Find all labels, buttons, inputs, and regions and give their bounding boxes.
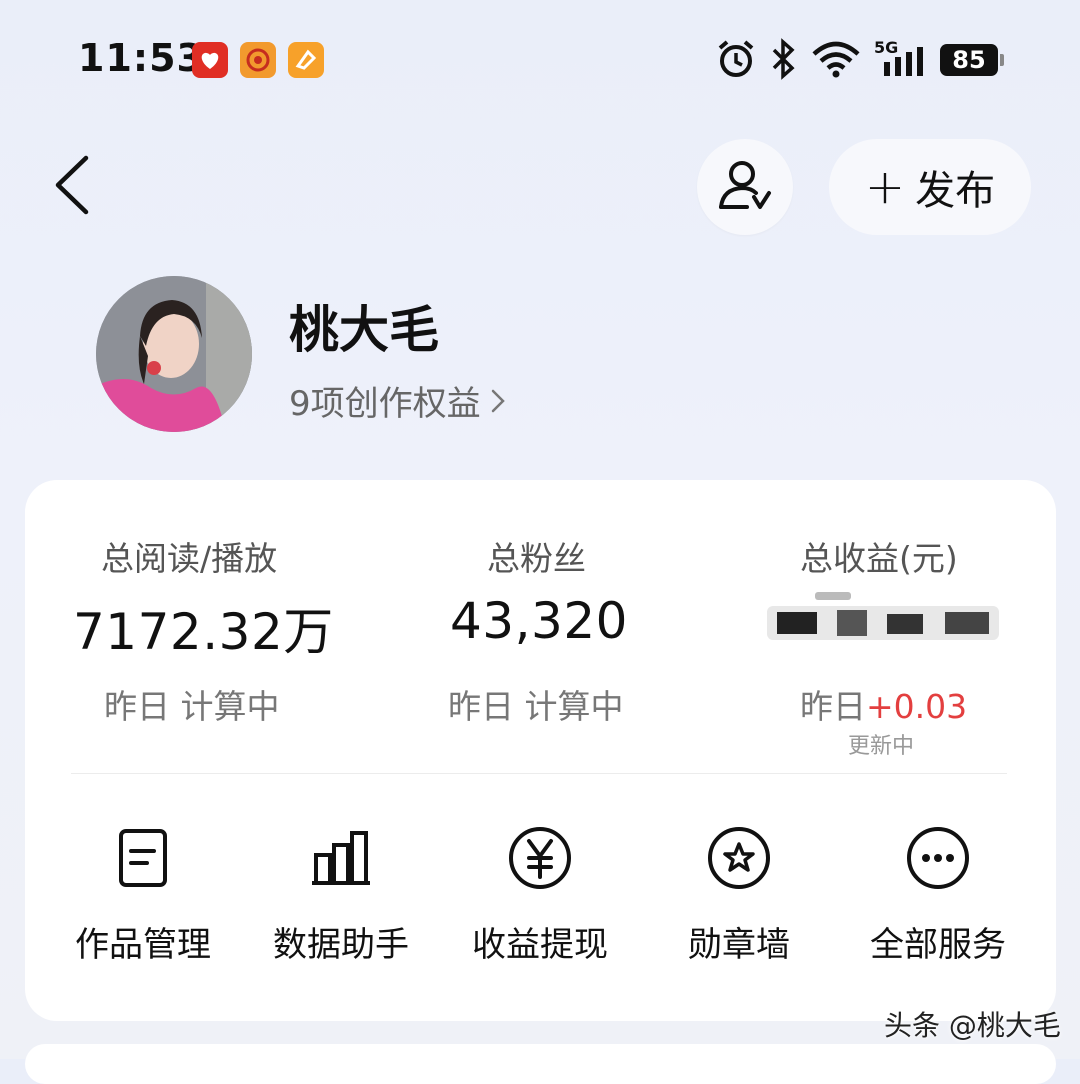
clock-time: 11:53 [78,36,204,80]
status-bar: 11:53 5G 85 [0,0,1080,120]
stat-yesterday: 昨日 计算中 [104,680,280,728]
chevron-left-icon [55,155,89,215]
cellular-signal-icon: 5G [874,38,926,78]
creator-rights-link[interactable]: 9项创作权益 [289,376,507,425]
stat-sub-prefix: 昨日 [448,687,514,726]
service-data-assistant[interactable]: 数据助手 [261,825,421,975]
publish-label: 发布 [915,168,996,214]
service-label: 作品管理 [75,925,211,965]
stats-card: 总阅读/播放 7172.32万 昨日 计算中 总粉丝 43,320 昨日 计算中… [25,480,1056,1021]
stat-label: 总粉丝 [487,539,586,578]
service-label: 全部服务 [870,925,1006,965]
next-card-edge [25,1044,1056,1084]
back-button[interactable] [48,150,98,220]
stat-sub-prefix: 昨日 [104,687,170,726]
stat-sub-prefix: 昨日 [800,687,866,726]
bar-chart-icon [312,831,370,885]
alarm-icon [718,40,754,77]
username: 桃大毛 [289,301,439,359]
creator-rights-text: 9项创作权益 [289,384,481,424]
service-medal-wall[interactable]: 勋章墙 [659,825,819,975]
bluetooth-icon [772,38,795,80]
stat-value: 7172.32万 [73,603,334,661]
stat-yesterday: 昨日+0.03 [800,680,967,728]
stat-value: 43,320 [450,592,628,650]
user-check-button[interactable] [697,139,793,235]
service-earnings-withdraw[interactable]: 收益提现 [460,825,620,975]
service-works-management[interactable]: 作品管理 [63,825,223,975]
service-label: 收益提现 [472,925,608,965]
avatar[interactable] [96,276,252,432]
fire-app-icon [240,42,276,78]
stat-label: 总阅读/播放 [101,539,278,578]
battery-indicator: 85 [940,44,1004,76]
more-dots-icon [907,827,969,889]
service-label: 数据助手 [273,925,409,965]
divider [71,773,1007,774]
yen-icon [509,827,571,889]
wifi-icon [812,41,860,78]
updating-note: 更新中 [848,734,915,759]
user-check-icon [719,161,771,209]
stat-label: 总收益(元) [800,539,958,578]
plus-icon: + [864,159,906,215]
stat-sub-value: +0.03 [866,687,968,726]
document-icon [119,829,167,887]
stat-sub-value: 计算中 [524,687,624,726]
chevron-right-icon [491,389,505,412]
service-all-services[interactable]: 全部服务 [858,825,1018,975]
watermark: 头条 @桃大毛 [884,1009,1061,1042]
stat-yesterday: 昨日 计算中 [448,680,624,728]
publish-button[interactable]: + 发布 [829,139,1031,235]
medal-star-icon [708,827,770,889]
stat-sub-value: 计算中 [180,687,280,726]
obscured-earnings-value [767,592,999,640]
orange-app-icon [288,42,324,78]
service-label: 勋章墙 [688,925,790,965]
pinduoduo-app-icon [192,42,228,78]
